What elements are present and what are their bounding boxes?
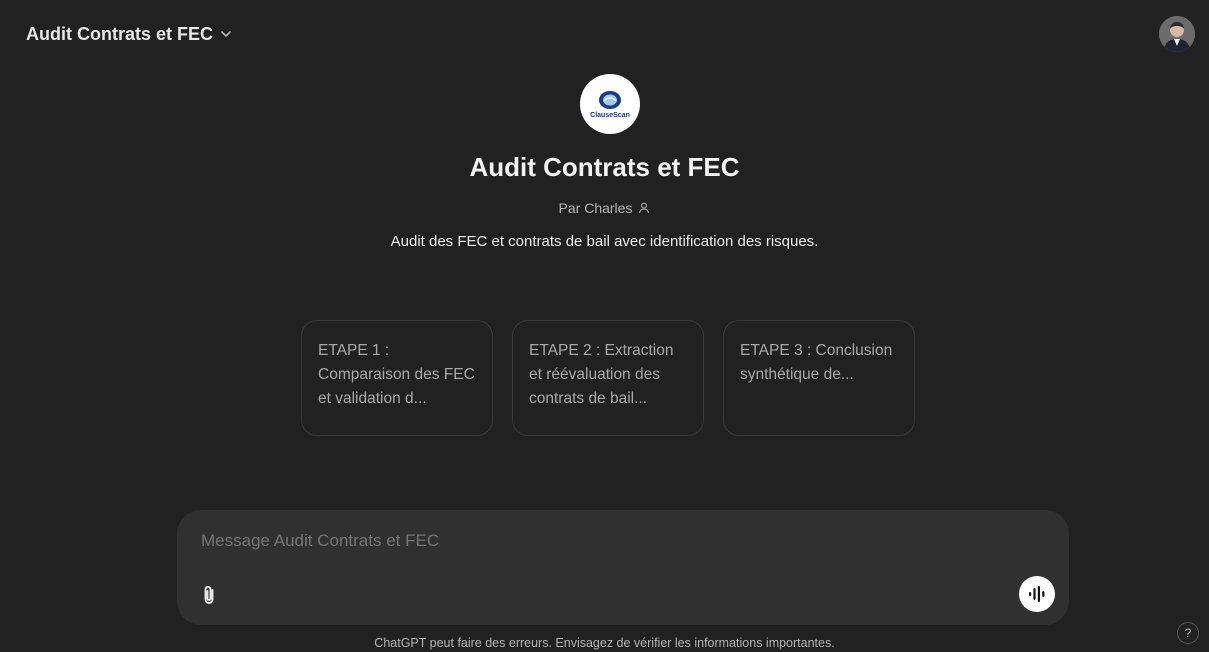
author-label: Par Charles: [558, 200, 633, 216]
logo-text: ClauseScan: [590, 112, 630, 119]
user-avatar[interactable]: [1159, 16, 1195, 52]
gpt-title: Audit Contrats et FEC: [469, 152, 740, 182]
message-input[interactable]: [199, 526, 1043, 556]
person-icon: [639, 202, 650, 214]
gpt-switcher-button[interactable]: Audit Contrats et FEC: [14, 18, 245, 50]
message-composer: [177, 510, 1069, 625]
clausescan-logo-icon: [599, 91, 621, 109]
gpt-description: Audit des FEC et contrats de bail avec i…: [390, 233, 819, 250]
disclaimer-text: ChatGPT peut faire des erreurs. Envisage…: [374, 636, 835, 650]
gpt-switcher-title: Audit Contrats et FEC: [26, 23, 213, 44]
paperclip-icon: [204, 585, 214, 604]
gpt-author[interactable]: Par Charles: [0, 200, 1209, 216]
help-button[interactable]: ?: [1177, 622, 1199, 644]
top-bar: Audit Contrats et FEC: [0, 0, 1209, 64]
chevron-down-icon: [221, 31, 231, 37]
voice-mode-icon: [1029, 586, 1045, 602]
conversation-starters: ETAPE 1 : Comparaison des FEC et validat…: [301, 320, 915, 436]
gpt-logo: ClauseScan: [580, 74, 640, 134]
starter-card[interactable]: ETAPE 3 : Conclusion synthétique de...: [723, 320, 915, 436]
attach-button[interactable]: [194, 580, 224, 610]
starter-card[interactable]: ETAPE 2 : Extraction et réévaluation des…: [512, 320, 704, 436]
help-icon: ?: [1184, 626, 1192, 640]
voice-mode-button[interactable]: [1019, 576, 1055, 612]
avatar-photo-icon: [1159, 16, 1195, 52]
starter-card[interactable]: ETAPE 1 : Comparaison des FEC et validat…: [301, 320, 493, 436]
